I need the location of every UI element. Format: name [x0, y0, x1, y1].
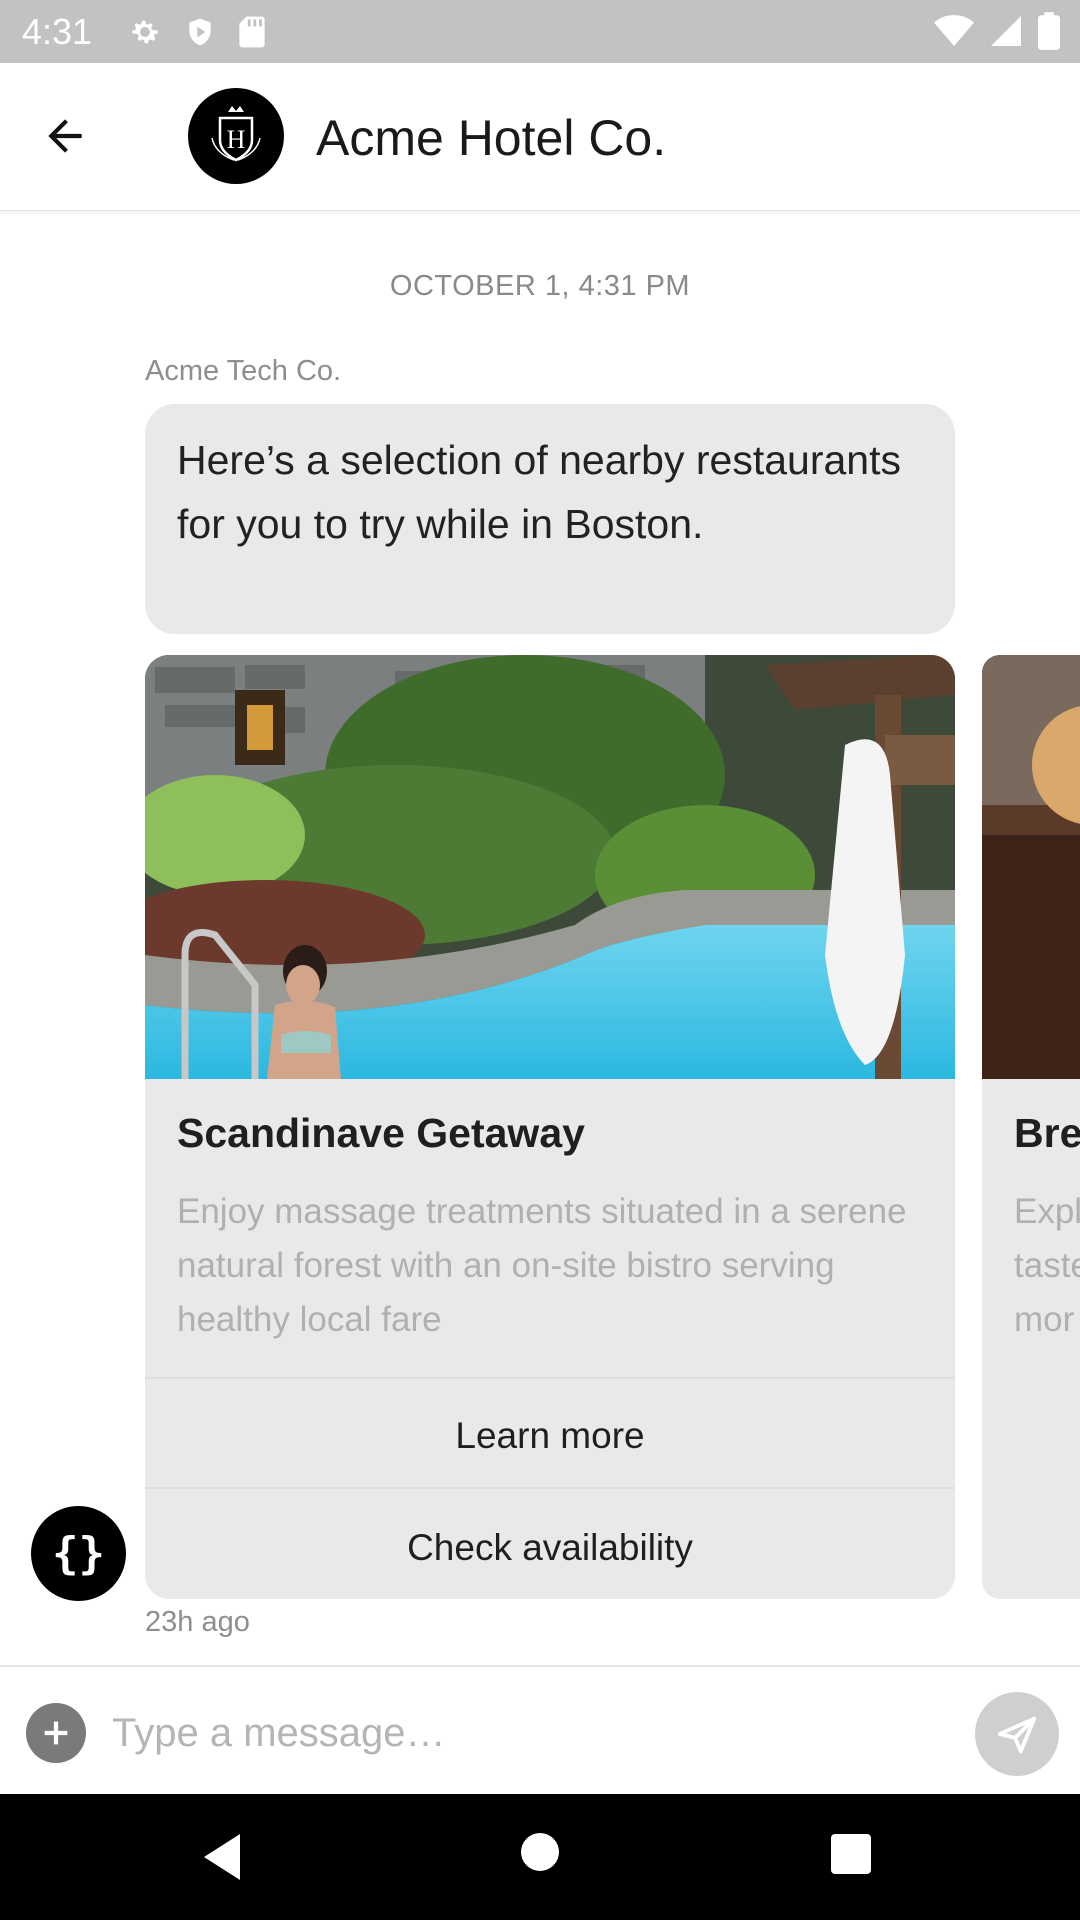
plus-icon — [44, 1721, 68, 1745]
arrow-left-icon — [48, 119, 82, 153]
card-divider — [145, 1377, 955, 1379]
battery-icon — [1038, 12, 1060, 50]
wifi-icon — [934, 15, 974, 46]
crest-letter: H — [227, 125, 246, 154]
status-icons-right — [934, 12, 1060, 50]
nav-back-icon[interactable] — [200, 1832, 244, 1882]
send-icon — [997, 1716, 1037, 1754]
message-input[interactable] — [110, 1697, 934, 1769]
shield-icon — [189, 18, 211, 45]
card-title: Scandinave Getaway — [177, 1110, 585, 1156]
card-divider — [145, 1487, 955, 1489]
status-icons-left — [128, 15, 266, 49]
status-bar: 4:31 — [0, 0, 1080, 63]
nav-recents-icon[interactable] — [831, 1834, 871, 1874]
message-bubble: Here’s a selection of nearby restaurants… — [145, 404, 955, 634]
send-button[interactable] — [975, 1692, 1059, 1776]
hotel-crest-icon: H — [211, 106, 261, 162]
carousel-card-next[interactable]: Bre Expl taste mor — [982, 655, 1080, 1599]
bot-avatar: {} — [31, 1506, 126, 1601]
card-description-next: Expl taste mor — [1014, 1192, 1080, 1339]
carousel-card: Scandinave Getaway Enjoy massage treatme… — [145, 655, 955, 1599]
signal-icon — [991, 16, 1021, 46]
card-image-next — [982, 655, 1080, 1079]
card-description: Enjoy massage treatments situated in a s… — [177, 1192, 907, 1339]
add-attachment-button[interactable] — [26, 1703, 86, 1763]
brand-avatar: H — [188, 88, 284, 184]
conversation-timestamp: OCTOBER 1, 4:31 PM — [389, 270, 691, 302]
back-button[interactable] — [40, 111, 100, 161]
message-relative-time: 23h ago — [145, 1606, 250, 1638]
status-time: 4:31 — [22, 10, 93, 52]
app-header: H Acme Hotel Co. — [0, 63, 1080, 211]
message-composer — [0, 1665, 1080, 1796]
gear-icon — [132, 20, 158, 43]
card-image — [145, 655, 955, 1079]
system-nav-bar — [0, 1794, 1080, 1920]
card-title-next: Bre — [1014, 1110, 1080, 1156]
check-availability-button[interactable]: Check availability — [145, 1527, 955, 1569]
learn-more-button[interactable]: Learn more — [145, 1415, 955, 1457]
nav-home-icon[interactable] — [521, 1833, 559, 1871]
sender-name: Acme Tech Co. — [145, 355, 342, 387]
header-title: Acme Hotel Co. — [316, 110, 667, 166]
sd-card-icon — [239, 16, 265, 47]
